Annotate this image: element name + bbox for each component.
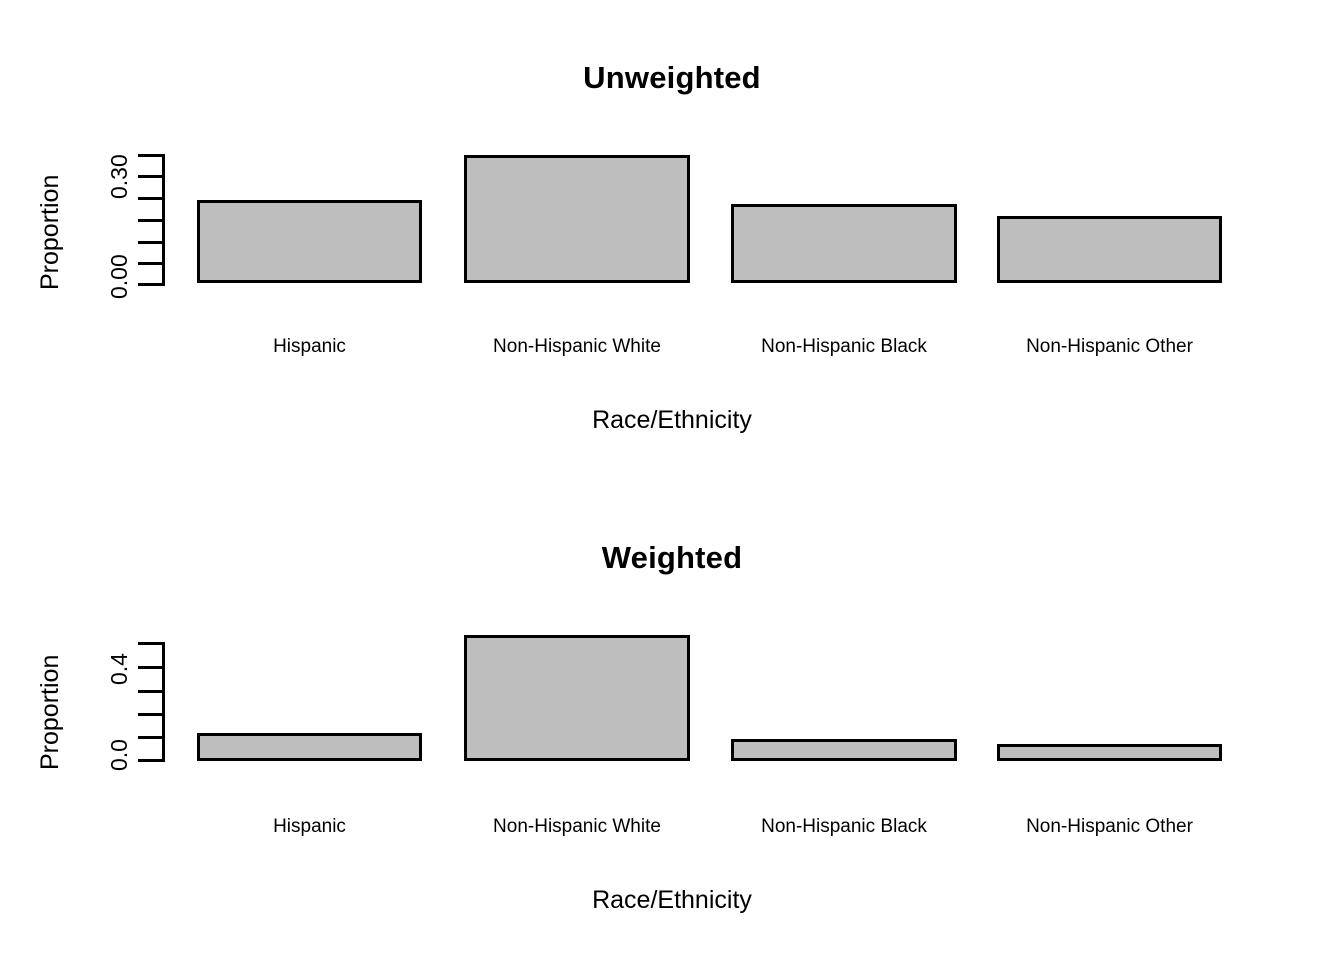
panel-unweighted: Unweighted Proportion 0.30 0.00 Hispanic… [0,0,1344,480]
y-axis-tick [138,713,165,716]
y-tick-label-weighted-min: 0.0 [106,739,132,771]
y-axis-tick [138,666,165,669]
panel-weighted: Weighted Proportion 0.4 0.0 Hispanic Non… [0,480,1344,960]
bar-weighted-non-hispanic-other [997,744,1222,761]
x-axis-label-unweighted: Race/Ethnicity [592,406,752,434]
bar-unweighted-non-hispanic-black [731,204,957,283]
bar-unweighted-non-hispanic-white [464,155,690,283]
y-axis-tick [138,154,165,157]
y-tick-label-weighted-max: 0.4 [106,653,132,685]
bar-unweighted-non-hispanic-other [997,216,1222,283]
y-axis-tick [138,175,165,178]
panel-title-unweighted: Unweighted [583,60,761,95]
x-category-label-non-hispanic-white: Non-Hispanic White [493,336,661,357]
bar-unweighted-hispanic [197,200,422,283]
figure-canvas: Unweighted Proportion 0.30 0.00 Hispanic… [0,0,1344,960]
bar-weighted-non-hispanic-black [731,739,957,761]
x-category-label-non-hispanic-other: Non-Hispanic Other [1026,336,1193,357]
bar-weighted-hispanic [197,733,422,761]
x-category-label-non-hispanic-black: Non-Hispanic Black [761,336,927,357]
x-category-label-hispanic: Hispanic [273,336,346,357]
bar-weighted-non-hispanic-white [464,635,690,761]
x-category-label-non-hispanic-black: Non-Hispanic Black [761,816,927,837]
y-axis-tick [138,197,165,200]
x-axis-label-weighted: Race/Ethnicity [592,886,752,914]
panel-title-weighted: Weighted [601,540,743,575]
x-category-label-non-hispanic-white: Non-Hispanic White [493,816,661,837]
y-tick-label-unweighted-max: 0.30 [106,154,132,199]
y-axis-tick [138,642,165,645]
y-axis-label-weighted: Proportion [36,654,64,770]
y-axis-tick [138,241,165,244]
y-axis-spine-weighted [162,642,165,762]
y-axis-tick [138,690,165,693]
y-axis-tick [138,759,165,762]
y-axis-tick [138,283,165,286]
y-tick-label-unweighted-min: 0.00 [106,254,132,299]
y-axis-tick [138,736,165,739]
y-axis-label-unweighted: Proportion [36,174,64,290]
x-category-label-non-hispanic-other: Non-Hispanic Other [1026,816,1193,837]
y-axis-tick [138,219,165,222]
y-axis-tick [138,262,165,265]
x-category-label-hispanic: Hispanic [273,816,346,837]
